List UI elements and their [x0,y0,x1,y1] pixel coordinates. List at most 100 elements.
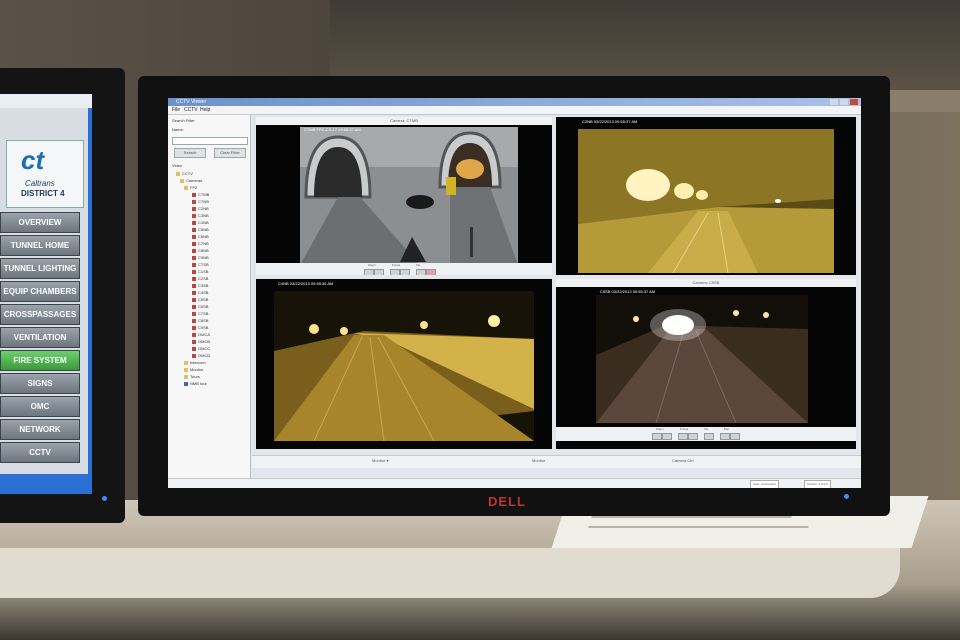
tree-item[interactable]: Tours [184,374,200,380]
tree-item-label: C4NB [198,220,209,225]
tree-item[interactable]: OMCB [192,339,210,345]
zoom-out-button[interactable] [652,433,662,440]
main-screen: CCTV Viewer File CCTV Help Search Filter… [168,98,861,488]
folder-icon [184,367,188,372]
desk-edge [0,548,900,598]
iris-open-button[interactable] [426,269,436,275]
tree-item[interactable]: C6SB [192,304,208,310]
window-title: CCTV Viewer [176,99,207,105]
camera-icon [192,192,196,197]
tree-item[interactable]: C8SB [192,318,208,324]
tree-item[interactable]: Intercom [184,360,206,366]
pan-left-button[interactable] [720,433,730,440]
nav-button-crosspassages[interactable]: CROSSPASSAGES [0,304,80,325]
feed-timestamp: CTMB FPC-CS-17 09:55:37 AM [304,127,361,132]
feed-image-tunnel-mid [274,291,534,441]
tree-item[interactable]: C9SB [192,325,208,331]
tree-item[interactable]: OMCA [192,332,210,338]
nav-button-cctv[interactable]: CCTV [0,442,80,463]
tree-item[interactable]: C5SB [192,297,208,303]
tree-root[interactable]: Video [172,163,182,168]
power-led-icon [844,494,849,499]
tree-item[interactable]: C3NB [192,213,209,219]
tree-item[interactable]: FF2 [184,185,197,191]
tree-item[interactable]: NMB tour [184,381,207,387]
close-icon[interactable] [850,99,858,105]
zoom-out-button[interactable] [364,269,374,275]
nav-button-tunnel-home[interactable]: TUNNEL HOME [0,235,80,256]
zoom-in-button[interactable] [374,269,384,275]
status-version: Version: 1.0.0.0 [804,480,831,488]
tree-item[interactable]: CTNB [192,199,209,205]
folder-icon [184,185,188,190]
camera-feed-1[interactable]: Camera: CTMB CTMB FPC-CS-17 09:55:37 AM … [256,117,552,275]
zoom-in-button[interactable] [662,433,672,440]
tree-item[interactable]: C2SB [192,276,208,282]
dell-logo: DELL [488,494,526,509]
tree-item[interactable]: CTMB [192,192,209,198]
camera-icon [192,353,196,358]
focus-far-button[interactable] [400,269,410,275]
focus-near-button[interactable] [678,433,688,440]
nav-button-tunnel-lighting[interactable]: TUNNEL LIGHTING [0,258,80,279]
maximize-icon[interactable] [840,99,848,105]
nav-button-network[interactable]: NETWORK [0,419,80,440]
nav-button-fire-system[interactable]: FIRE SYSTEM [0,350,80,371]
tree-item[interactable]: CCTV [176,171,193,177]
tree-item[interactable]: C8NB [192,248,209,254]
tree-item[interactable]: CTSB [192,262,209,268]
tree-item-label: OMCB [198,339,210,344]
tree-item[interactable]: C4SB [192,290,208,296]
camera-icon [192,227,196,232]
tree-item[interactable]: C7NB [192,241,209,247]
tree-item[interactable]: C2NB [192,206,209,212]
minimize-icon[interactable] [830,99,838,105]
feed-image-tunnel-bright [578,129,834,273]
search-button[interactable]: Search [174,148,206,158]
tree-item[interactable]: OMCD [192,353,210,359]
tree-item[interactable]: Cameras [180,178,202,184]
camera-icon [192,220,196,225]
tree-item[interactable]: C7SB [192,311,208,317]
focus-near-button[interactable] [390,269,400,275]
iris-close-button[interactable] [704,433,714,440]
clear-filter-button[interactable]: Clear Filter [214,148,246,158]
folder-icon [176,171,180,176]
tree-item[interactable]: C5NB [192,227,209,233]
menu-help[interactable]: Help [200,106,210,114]
folder-icon [180,178,184,183]
camera-feed-3[interactable]: C4NB 03/22/2013 09:55:36 AM [256,279,552,449]
nav-button-equip-chambers[interactable]: EQUIP CHAMBERS [0,281,80,302]
iris-close-button[interactable] [416,269,426,275]
camera-tree-pane: Search Filter Name: Search Clear Filter … [168,115,251,485]
tree-item[interactable]: C3SB [192,283,208,289]
menu-cctv[interactable]: CCTV [184,106,198,114]
tree-item[interactable]: C1SB [192,269,208,275]
tree-item-label: C7SB [198,311,209,316]
tree-item-label: OMCA [198,332,210,337]
tree-item[interactable]: C9NB [192,255,209,261]
tree-item[interactable]: C4NB [192,220,209,226]
tour-icon [184,381,188,386]
tree-item-label: FF2 [190,185,198,190]
monitor-dropdown[interactable]: Monitor ▾ [372,456,388,466]
camera-icon [192,199,196,204]
tree-item[interactable]: Monitor [184,367,203,373]
camera-feed-4[interactable]: Camera: C9SB C9SB 03/22/2013 09:55:37 AM… [556,279,856,449]
search-filter-label: Search Filter [172,118,195,123]
tree-item[interactable]: OMCC [192,346,210,352]
caltrans-logo-text: Caltrans [25,179,55,188]
search-name-input[interactable] [172,137,248,145]
nav-button-ventilation[interactable]: VENTILATION [0,327,80,348]
menu-bar: File CCTV Help [168,106,861,115]
nav-button-signs[interactable]: SIGNS [0,373,80,394]
camera-feed-2[interactable]: C2NB 03/22/2013 09:55:37 AM [556,117,856,275]
pan-label: Pan [724,427,730,431]
tree-item[interactable]: C6NB [192,234,209,240]
focus-far-button[interactable] [688,433,698,440]
pan-right-button[interactable] [730,433,740,440]
name-label: Name: [172,127,184,132]
nav-button-omc[interactable]: OMC [0,396,80,417]
nav-button-overview[interactable]: OVERVIEW [0,212,80,233]
menu-file[interactable]: File [172,106,180,114]
